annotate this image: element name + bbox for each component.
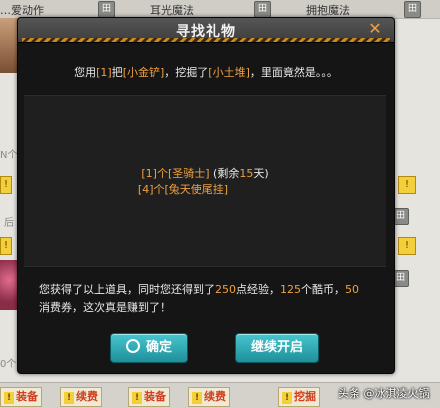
rewards-panel: [1]个[圣骑士] (剩余15天) [4]个[兔天使尾挂] (24, 95, 386, 267)
summary-text: 消费券，这次真是赚到了！ (39, 301, 171, 314)
background-slot-icon[interactable]: 田 (254, 1, 271, 18)
message-text: ，里面竟然是。。。 (249, 66, 338, 79)
background-alert-icon[interactable]: ! (0, 237, 12, 255)
background-label: 耳光魔法 (150, 4, 194, 17)
tool-quantity: [1] (96, 66, 112, 79)
message-text: 您用 (74, 66, 97, 79)
reward-item: [4]个[兔天使尾挂] (2, 181, 364, 197)
background-renew-button[interactable]: ! 续费 (60, 387, 102, 407)
button-label: 续费 (76, 390, 98, 403)
background-equip-button[interactable]: ! 装备 (128, 387, 170, 407)
reward-summary: 您获得了以上道具，同时您还得到了250点经验，125个酷币，50 消费券，这次真是… (39, 281, 379, 317)
exclamation-icon: ! (192, 392, 202, 404)
background-text: 后 (4, 218, 14, 229)
background-slot-icon[interactable]: 田 (404, 1, 421, 18)
background-text: 0个 (0, 359, 17, 370)
find-gift-dialog: 寻找礼物 ✕ 您用[1]把[小金铲]，挖掘了[小土堆]，里面竟然是。。。 [1]… (17, 17, 395, 374)
item-days: 15 (239, 167, 254, 180)
button-label: 装备 (16, 390, 38, 403)
item-name: [圣骑士] (167, 167, 210, 180)
background-alert-icon[interactable]: ! (398, 237, 416, 255)
exclamation-icon: ! (64, 392, 74, 404)
background-text: N个 (0, 150, 18, 161)
item-unit: 个 (153, 183, 165, 196)
background-slot-icon[interactable]: 田 (98, 1, 115, 18)
dig-location: [小土堆] (208, 66, 250, 79)
confirm-button[interactable]: 确定 (110, 333, 188, 363)
exclamation-icon: ! (282, 392, 292, 404)
summary-text: 点经验， (236, 283, 280, 296)
summary-text: 您获得了以上道具，同时您还得到了 (39, 283, 215, 296)
button-label: 续费 (204, 390, 226, 403)
button-label: 装备 (144, 390, 166, 403)
background-label: 拥抱魔法 (306, 4, 350, 17)
dialog-title: 寻找礼物 (176, 24, 236, 40)
experience-amount: 250 (215, 283, 236, 296)
background-dig-button[interactable]: ! 挖掘 (278, 387, 320, 407)
exclamation-icon: ! (132, 392, 142, 404)
circle-icon (125, 339, 140, 353)
flower-decoration (0, 260, 18, 310)
reward-item: [1]个[圣骑士] (剩余15天) (24, 165, 386, 181)
button-label: 挖掘 (294, 390, 316, 403)
item-name: [兔天使尾挂] (164, 183, 229, 196)
item-quantity: [1] (141, 167, 157, 180)
close-icon[interactable]: ✕ (365, 19, 385, 39)
watermark: 头条 @冰淇凌火锅 (338, 387, 430, 400)
continue-opening-button[interactable]: 继续开启 (235, 333, 319, 363)
background-renew-button[interactable]: ! 续费 (188, 387, 230, 407)
background-alert-icon[interactable]: ! (398, 176, 416, 194)
coin-amount: 125 (280, 283, 301, 296)
tool-name: [小金铲] (122, 66, 165, 79)
background-label: …爱动作 (0, 4, 44, 17)
confirm-button-label: 确定 (145, 340, 172, 355)
item-note: (剩余 (209, 167, 240, 180)
summary-text: 个酷币， (301, 283, 345, 296)
item-unit: 个 (156, 167, 168, 180)
item-note: 天) (253, 167, 269, 180)
exclamation-icon: ! (4, 392, 14, 404)
message-text: ，挖掘了 (164, 66, 209, 79)
item-quantity: [4] (137, 183, 154, 196)
background-equip-button[interactable]: ! 装备 (0, 387, 42, 407)
dig-result-message: 您用[1]把[小金铲]，挖掘了[小土堆]，里面竟然是。。。 (18, 64, 394, 80)
voucher-amount: 50 (345, 283, 359, 296)
message-text: 把 (111, 66, 123, 79)
continue-button-label: 继续开启 (250, 340, 303, 355)
